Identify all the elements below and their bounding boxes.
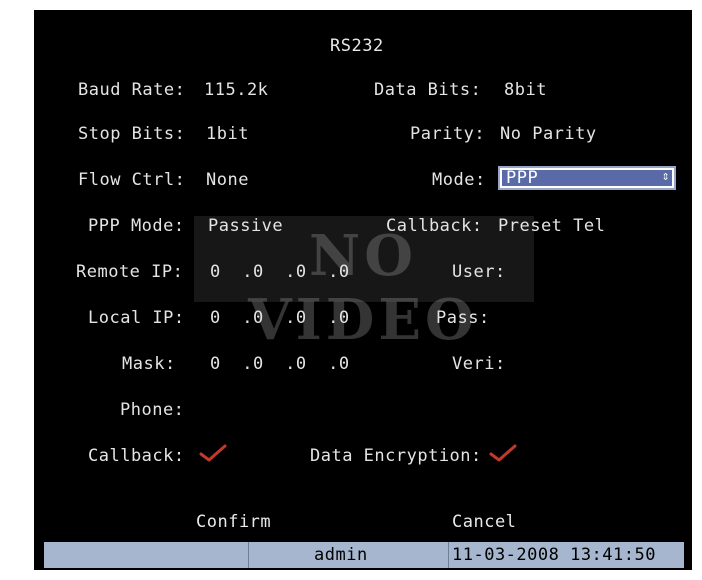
- callback-label: Callback:: [88, 446, 185, 466]
- cancel-button[interactable]: Cancel: [452, 512, 516, 532]
- no-video-text: NO VIDEO: [248, 223, 478, 353]
- flow-ctrl-value[interactable]: None: [206, 170, 249, 190]
- status-datetime: 11-03-2008 13:41:50: [452, 545, 656, 565]
- parity-value[interactable]: No Parity: [500, 124, 597, 144]
- phone-input[interactable]: [200, 400, 420, 420]
- remote-ip-label: Remote IP:: [76, 262, 184, 282]
- mask-label: Mask:: [122, 354, 176, 374]
- mode-value: PPP: [506, 168, 539, 188]
- stop-bits-label: Stop Bits:: [78, 124, 186, 144]
- phone-label: Phone:: [120, 400, 185, 420]
- status-cell-user: admin: [248, 542, 449, 568]
- confirm-button[interactable]: Confirm: [196, 512, 271, 532]
- local-ip-label: Local IP:: [88, 308, 185, 328]
- parity-label: Parity:: [410, 124, 486, 144]
- status-cell-empty: [44, 542, 249, 568]
- pass-input[interactable]: [496, 308, 646, 328]
- flow-ctrl-label: Flow Ctrl:: [78, 170, 186, 190]
- stop-bits-value[interactable]: 1bit: [206, 124, 249, 144]
- callback-mode-value[interactable]: Preset Tel: [498, 216, 605, 236]
- veri-input[interactable]: [508, 354, 658, 374]
- data-bits-value[interactable]: 8bit: [504, 80, 547, 100]
- baud-rate-value[interactable]: 115.2k: [204, 80, 268, 100]
- mask-input[interactable]: 0 .0 .0 .0: [210, 354, 350, 374]
- status-cell-datetime: 11-03-2008 13:41:50: [448, 542, 684, 568]
- veri-label: Veri:: [452, 354, 506, 374]
- ppp-mode-value[interactable]: Passive: [208, 216, 283, 236]
- pass-label: Pass:: [436, 308, 490, 328]
- up-down-arrow-icon: ⇕: [661, 169, 670, 184]
- mode-label: Mode:: [432, 170, 486, 190]
- screen: NO VIDEO RS232 Baud Rate: 115.2k Data Bi…: [0, 0, 702, 580]
- mode-select[interactable]: PPP ⇕: [498, 166, 676, 190]
- callback-mode-label: Callback:: [386, 216, 483, 236]
- remote-ip-input[interactable]: 0 .0 .0 .0: [210, 262, 350, 282]
- status-bar: admin 11-03-2008 13:41:50: [44, 542, 684, 568]
- baud-rate-label: Baud Rate:: [78, 80, 186, 100]
- status-user: admin: [314, 545, 368, 565]
- data-bits-label: Data Bits:: [374, 80, 482, 100]
- data-encryption-checkbox[interactable]: [488, 442, 518, 464]
- rs232-settings-panel: NO VIDEO RS232 Baud Rate: 115.2k Data Bi…: [34, 10, 692, 570]
- page-title: RS232: [330, 36, 384, 56]
- user-input[interactable]: [508, 262, 658, 282]
- ppp-mode-label: PPP Mode:: [88, 216, 185, 236]
- callback-checkbox[interactable]: [198, 442, 228, 464]
- data-encryption-label: Data Encryption:: [310, 446, 482, 466]
- mode-select-highlight: PPP ⇕: [502, 168, 672, 188]
- local-ip-input[interactable]: 0 .0 .0 .0: [210, 308, 350, 328]
- user-label: User:: [452, 262, 506, 282]
